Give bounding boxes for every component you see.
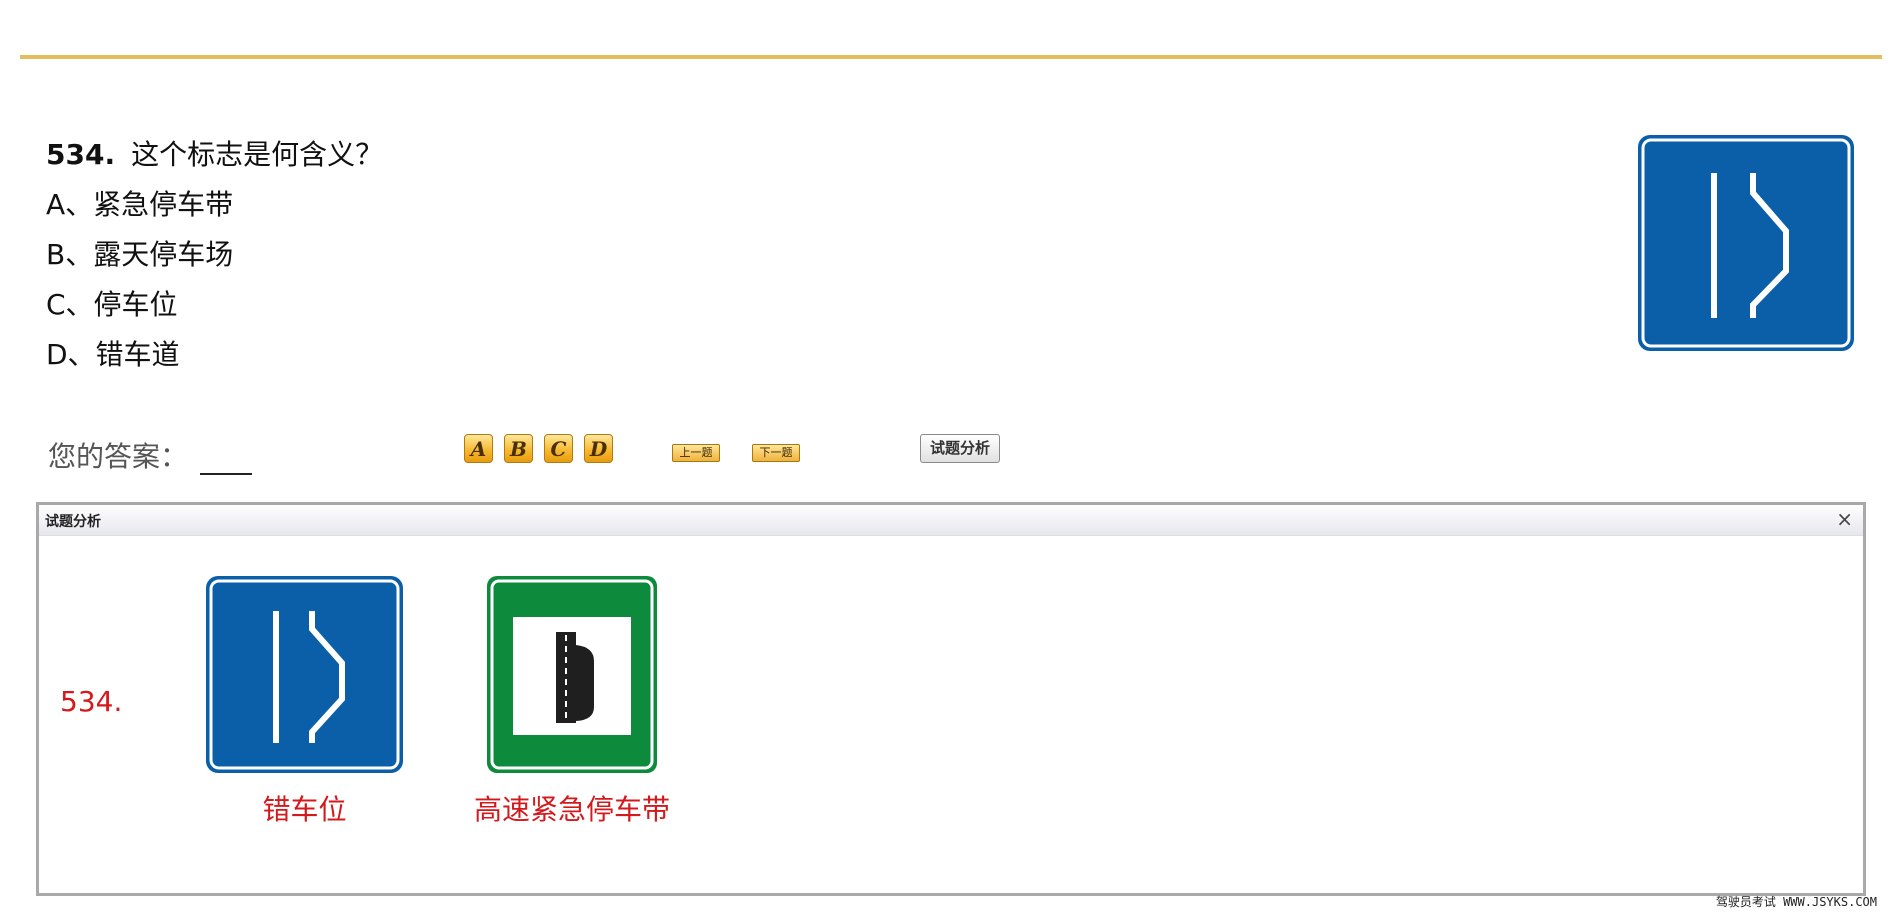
option-d: D、错车道 xyxy=(46,338,180,371)
prev-question-button[interactable]: 上一题 xyxy=(672,444,720,462)
question-sign-image xyxy=(1638,135,1854,351)
emergency-lane-sign-image xyxy=(487,576,657,773)
answer-b-button[interactable]: B xyxy=(504,434,533,463)
analysis-dialog: 试题分析 × 534. 错车位 高速紧急停车带 xyxy=(36,502,1866,896)
option-c: C、停车位 xyxy=(46,288,178,321)
caption-emergency-lane: 高速紧急停车带 xyxy=(473,793,670,826)
option-b: B、露天停车场 xyxy=(46,238,234,271)
option-a: A、紧急停车带 xyxy=(46,188,234,221)
site-watermark: 驾驶员考试 WWW.JSYKS.COM xyxy=(1715,895,1877,909)
answer-c-button[interactable]: C xyxy=(544,434,573,463)
your-answer: 您的答案： xyxy=(48,435,253,475)
your-answer-label: 您的答案： xyxy=(48,440,189,473)
analysis-question-number: 534. xyxy=(60,685,123,718)
analysis-button[interactable]: 试题分析 xyxy=(920,434,1000,463)
next-question-button[interactable]: 下一题 xyxy=(752,444,800,462)
caption-passing-bay: 错车位 xyxy=(262,793,347,826)
question-title: 534. 这个标志是何含义？ xyxy=(46,130,383,180)
close-icon[interactable]: × xyxy=(1836,507,1853,531)
dialog-header: 试题分析 × xyxy=(39,505,1863,536)
answer-a-button[interactable]: A xyxy=(464,434,493,463)
your-answer-value xyxy=(200,447,253,475)
question-number: 534. xyxy=(46,138,116,171)
passing-bay-sign-image xyxy=(206,576,403,773)
question-text: 这个标志是何含义？ xyxy=(131,138,384,171)
question-block: 534. 这个标志是何含义？ A、紧急停车带 B、露天停车场 C、停车位 D、错车… xyxy=(46,130,383,380)
answer-d-button[interactable]: D xyxy=(584,434,613,463)
top-divider xyxy=(20,55,1882,59)
dialog-title: 试题分析 xyxy=(45,514,101,530)
